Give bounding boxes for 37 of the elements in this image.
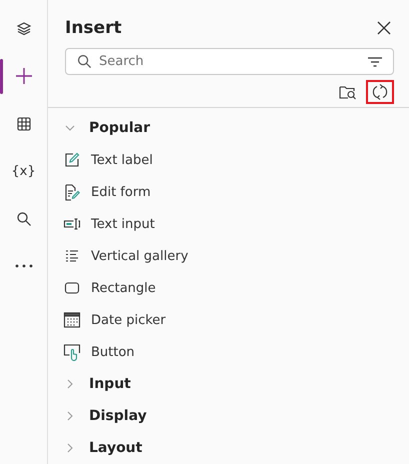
control-list-item[interactable]: Edit form bbox=[48, 176, 409, 208]
search-icon bbox=[16, 210, 32, 227]
search-icon bbox=[77, 54, 92, 69]
click-icon bbox=[63, 344, 81, 360]
chevron-icon bbox=[65, 123, 75, 133]
search-field[interactable]: Search bbox=[65, 48, 394, 75]
calendar-icon bbox=[63, 312, 81, 328]
category-header[interactable]: Display bbox=[48, 400, 409, 432]
control-list-item[interactable]: Rectangle bbox=[48, 272, 409, 304]
variables-button[interactable]: {x} bbox=[7, 160, 40, 183]
text-input-icon bbox=[63, 218, 81, 230]
folder-search-icon bbox=[339, 84, 357, 100]
pencil-icon bbox=[63, 152, 81, 168]
category-header[interactable]: Popular bbox=[48, 112, 409, 144]
chevron-icon bbox=[65, 443, 75, 453]
chevron-icon bbox=[65, 379, 75, 389]
panel-title: Insert bbox=[65, 18, 122, 38]
control-list-item[interactable]: Vertical gallery bbox=[48, 240, 409, 272]
more-icon bbox=[14, 264, 32, 268]
layers-icon bbox=[16, 20, 32, 37]
filter-button[interactable] bbox=[367, 56, 383, 68]
close-button[interactable] bbox=[375, 19, 393, 37]
category-header[interactable]: Layout bbox=[48, 432, 409, 464]
list-icon bbox=[63, 250, 81, 262]
form-icon bbox=[63, 184, 81, 200]
refresh-button[interactable] bbox=[366, 80, 394, 104]
chevron-icon bbox=[65, 411, 75, 421]
rectangle-icon bbox=[63, 282, 81, 294]
control-list-item[interactable]: Text label bbox=[48, 144, 409, 176]
refresh-icon bbox=[371, 83, 389, 101]
table-icon bbox=[16, 116, 32, 132]
plus-icon bbox=[14, 66, 34, 86]
control-list-item[interactable]: Text input bbox=[48, 208, 409, 240]
control-list-item[interactable]: Date picker bbox=[48, 304, 409, 336]
search-input[interactable]: Search bbox=[99, 54, 360, 69]
category-header[interactable]: Input bbox=[48, 368, 409, 400]
control-list-item[interactable]: Button bbox=[48, 336, 409, 368]
